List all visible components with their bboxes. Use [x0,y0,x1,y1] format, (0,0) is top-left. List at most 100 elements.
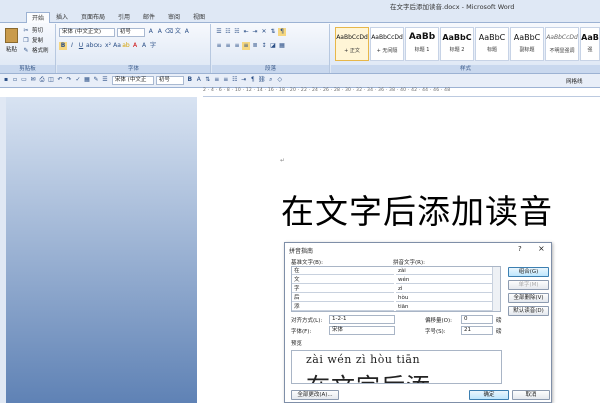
paint-icon[interactable]: ✎ [92,76,100,84]
bullets-icon[interactable]: ☰ [215,28,223,36]
qat-justify-icon[interactable]: ≡ [222,76,230,84]
italic-icon[interactable]: I [68,42,76,50]
cut-button[interactable]: ✂ 剪切 [22,27,44,36]
style-no-spacing[interactable]: AaBbCcDd + 无间隔 [370,27,404,61]
table-icon[interactable]: ▦ [83,76,91,84]
paste-button[interactable]: 粘贴 [3,28,20,53]
shrink-font-icon[interactable]: A [156,28,164,36]
font-select[interactable]: 宋体 [329,326,395,335]
enclose-char-icon[interactable]: 字 [149,42,157,50]
strikethrough-icon[interactable]: abc [86,42,97,50]
char-shading-icon[interactable]: A [140,42,148,50]
cross-icon[interactable]: ✕ [260,28,268,36]
qat-link-icon[interactable]: ⛓ [258,76,266,84]
email-icon[interactable]: ✉ [29,76,37,84]
new-icon[interactable]: ▫ [11,76,19,84]
copy-button[interactable]: ❐ 复制 [22,37,44,46]
tab-page-layout[interactable]: 页面布局 [76,12,110,23]
style-heading-2[interactable]: AaBbC 标题 2 [440,27,474,61]
tab-references[interactable]: 引用 [113,12,135,23]
qat-font-color-icon[interactable]: A [195,76,203,84]
increase-indent-icon[interactable]: ⇥ [251,28,259,36]
undo-icon[interactable]: ↶ [56,76,64,84]
font-size-combo[interactable]: 初号 [116,28,145,37]
document-text[interactable]: 在文字后添加读音 [281,185,553,233]
line-spacing-icon[interactable]: ↕ [260,42,268,50]
qat-indent-icon[interactable]: ⇥ [240,76,248,84]
borders-icon[interactable]: ▦ [278,42,286,50]
clear-format-icon[interactable]: ⌫ [165,28,173,36]
close-icon[interactable]: × [538,244,545,253]
single-char-button[interactable]: 单字(M) [508,280,549,290]
base-cell[interactable]: 后 [292,294,394,302]
gridlines-toggle[interactable]: 网格线 [566,77,583,85]
spelling-icon[interactable]: ✓ [74,76,82,84]
decrease-indent-icon[interactable]: ⇤ [242,28,250,36]
font-name-combo[interactable]: 宋体 (中文正文) [59,28,115,37]
ruby-cell[interactable]: zì [396,285,492,293]
justify-icon[interactable]: ≡ [242,42,250,50]
qat-list-icon[interactable]: ☷ [231,76,239,84]
phonetic-guide-icon[interactable]: 文 [174,28,182,36]
help-icon[interactable]: ? [518,245,522,253]
ruby-cell[interactable]: hòu [396,294,492,302]
base-cell[interactable]: 文 [292,276,394,284]
qat-shape-icon[interactable]: ◇ [276,76,284,84]
style-strong[interactable]: AaB 强 [580,27,600,61]
redo-icon[interactable]: ↷ [65,76,73,84]
align-left-icon[interactable]: ≡ [215,42,223,50]
change-case-icon[interactable]: Aa [113,42,121,50]
tab-home[interactable]: 开始 [26,12,51,23]
superscript-icon[interactable]: x² [104,42,112,50]
distributed-icon[interactable]: ≣ [251,42,259,50]
tab-mailings[interactable]: 邮件 [138,12,160,23]
bold-icon[interactable]: B [59,42,67,50]
subscript-icon[interactable]: x₂ [95,42,103,50]
tab-insert[interactable]: 插入 [51,12,73,23]
offset-spinner[interactable]: 0 [461,315,493,324]
clear-all-button[interactable]: 全部删除(V) [508,293,549,303]
print-icon[interactable]: ⎙ [38,76,46,84]
numbering-icon[interactable]: ☷ [224,28,232,36]
qat-font-combo[interactable]: 宋体 (中文正 [111,76,154,85]
group-button[interactable]: 组合(G) [508,267,549,277]
base-cell[interactable]: 在 [292,267,394,275]
grow-font-icon[interactable]: A [147,28,155,36]
grid-scrollbar[interactable] [492,267,500,311]
change-all-button[interactable]: 全部更改(A)... [291,390,339,400]
style-normal[interactable]: AaBbCcDd + 正文 [335,27,369,61]
char-border-icon[interactable]: A [183,28,191,36]
underline-icon[interactable]: U [77,42,85,50]
sort-icon[interactable]: ⇅ [269,28,277,36]
align-center-icon[interactable]: ≡ [224,42,232,50]
alignment-select[interactable]: 1-2-1 [329,315,395,324]
save-icon[interactable]: ▪ [2,76,10,84]
style-title[interactable]: AaBbC 标题 [475,27,509,61]
horizontal-ruler[interactable]: 2 · 4 · 6 · 8 · 10 · 12 · 14 · 16 · 18 ·… [203,88,600,97]
ruby-cell[interactable]: tiān [396,303,492,311]
multilevel-list-icon[interactable]: ☵ [233,28,241,36]
print-preview-icon[interactable]: ◫ [47,76,55,84]
qat-align-icon[interactable]: ≡ [213,76,221,84]
shading-icon[interactable]: ◪ [269,42,277,50]
ruby-cell[interactable]: wén [396,276,492,284]
style-subtle-emphasis[interactable]: AaBbCcDd 不明显强调 [545,27,579,61]
show-marks-icon[interactable]: ¶ [278,28,286,36]
tab-view[interactable]: 视图 [188,12,210,23]
default-reading-button[interactable]: 默认读音(D) [508,306,549,316]
style-subtitle[interactable]: AaBbC 副标题 [510,27,544,61]
qat-bold-icon[interactable]: B [186,76,194,84]
base-cell[interactable]: 字 [292,285,394,293]
bullet-list-icon[interactable]: ☰ [101,76,109,84]
highlight-icon[interactable]: ab [122,42,130,50]
font-color-icon[interactable]: A [131,42,139,50]
tab-review[interactable]: 审阅 [163,12,185,23]
cancel-button[interactable]: 取消 [512,390,550,400]
ruby-cell[interactable]: zài [396,267,492,275]
qat-sort-icon[interactable]: ⇅ [204,76,212,84]
align-right-icon[interactable]: ≡ [233,42,241,50]
qat-find-icon[interactable]: ⌕ [267,76,275,84]
qat-pilcrow-icon[interactable]: ¶ [249,76,257,84]
style-heading-1[interactable]: AaBb 标题 1 [405,27,439,61]
qat-size-combo[interactable]: 初号 [155,76,184,85]
